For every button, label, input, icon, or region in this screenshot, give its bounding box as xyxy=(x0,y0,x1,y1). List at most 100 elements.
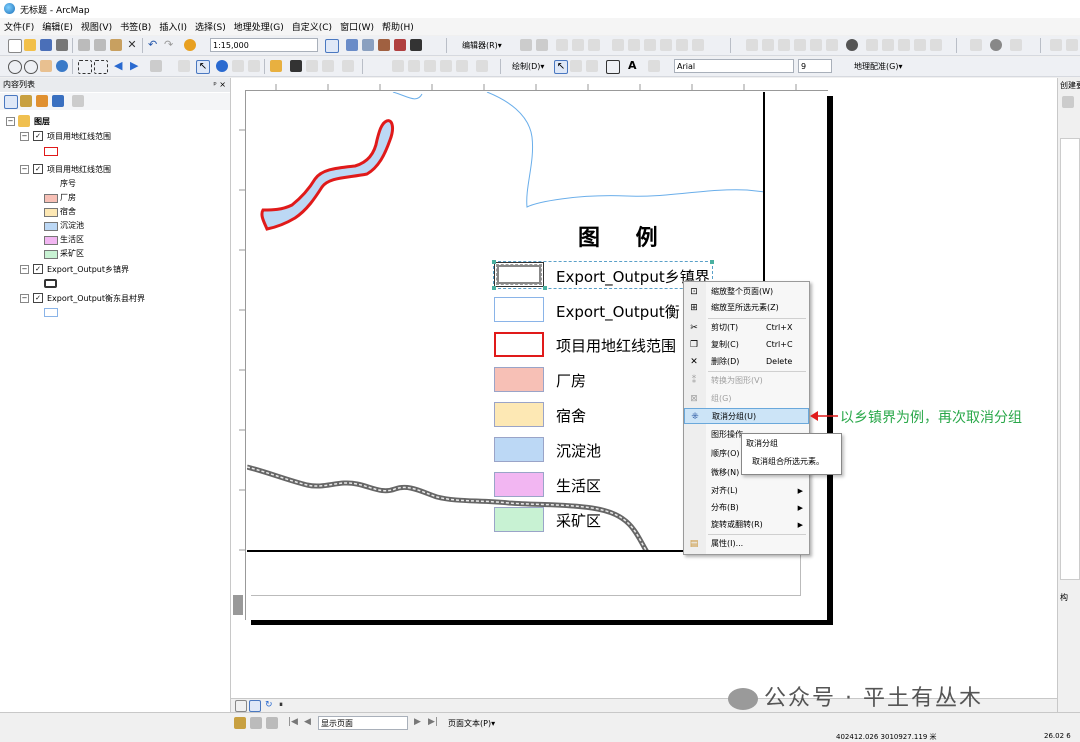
go-to-xy-icon[interactable] xyxy=(306,60,318,72)
copy-icon[interactable] xyxy=(94,39,106,51)
layout-view-button-icon[interactable] xyxy=(249,700,261,712)
legend-patch-class[interactable] xyxy=(494,472,544,497)
menu-insert[interactable]: 插入(I) xyxy=(155,18,191,35)
split-tool-icon[interactable] xyxy=(612,39,624,51)
list-by-source-icon[interactable] xyxy=(20,95,32,107)
layout-tool-icon[interactable] xyxy=(266,717,278,729)
next-page-icon[interactable]: ▶ xyxy=(414,717,421,727)
fillet-icon[interactable] xyxy=(778,39,790,51)
replace-geometry-icon[interactable] xyxy=(914,39,926,51)
full-extent-icon[interactable] xyxy=(56,60,68,72)
viewer-window-icon[interactable] xyxy=(1066,39,1078,51)
endpoint-arc-icon[interactable] xyxy=(572,39,584,51)
layer-label[interactable]: 项目用地红线范围 xyxy=(47,164,111,175)
menu-item-delete[interactable]: ✕ 删除(D) Delete xyxy=(684,354,809,370)
legend-patch-redline[interactable] xyxy=(494,332,544,357)
layout-zoom-in-icon[interactable] xyxy=(392,60,404,72)
menu-item-ungroup[interactable]: ⁜ 取消分组(U) xyxy=(684,408,809,424)
python-window-icon[interactable] xyxy=(410,39,422,51)
select-elements-icon[interactable]: ↖ xyxy=(196,60,210,74)
data-view-button-icon[interactable] xyxy=(235,700,247,712)
toc-pin-close[interactable]: ᵖ × xyxy=(213,78,226,92)
menu-item-distribute[interactable]: 分布(B) ▶ xyxy=(684,500,809,516)
menu-item-copy[interactable]: ❐ 复制(C) Ctrl+C xyxy=(684,337,809,353)
menu-file[interactable]: 文件(F) xyxy=(0,18,38,35)
rotate-element-icon[interactable] xyxy=(570,60,582,72)
font-combo[interactable]: Arial xyxy=(674,59,794,73)
list-by-visibility-icon[interactable] xyxy=(36,95,48,107)
zoom-whole-page-icon[interactable] xyxy=(440,60,452,72)
layer-visibility-checkbox[interactable]: ✓ xyxy=(33,264,43,274)
expand-toggle[interactable]: − xyxy=(20,165,29,174)
toc-root-label[interactable]: 图层 xyxy=(34,116,50,127)
menu-item-cut[interactable]: ✂ 剪切(T) Ctrl+X xyxy=(684,320,809,336)
measure-icon[interactable] xyxy=(248,60,260,72)
align-to-shape-icon[interactable] xyxy=(898,39,910,51)
topology-icon[interactable] xyxy=(692,39,704,51)
selection-handle[interactable] xyxy=(710,260,714,264)
find-icon[interactable] xyxy=(232,60,244,72)
create-features-icon[interactable] xyxy=(676,39,688,51)
legend-patch-class[interactable] xyxy=(494,507,544,532)
layer-visibility-checkbox[interactable]: ✓ xyxy=(33,164,43,174)
menu-window[interactable]: 窗口(W) xyxy=(336,18,378,35)
layer-label[interactable]: Export_Output乡镇界 xyxy=(47,264,129,275)
rotate-tool-icon[interactable] xyxy=(628,39,640,51)
overview-window-icon[interactable] xyxy=(1050,39,1062,51)
search-window-icon[interactable] xyxy=(378,39,390,51)
toc-options-icon[interactable] xyxy=(72,95,84,107)
selection-handle[interactable] xyxy=(492,260,496,264)
layout-zoom-out-icon[interactable] xyxy=(408,60,420,72)
menu-geoprocessing[interactable]: 地理处理(G) xyxy=(230,18,288,35)
html-popup-icon[interactable] xyxy=(342,60,354,72)
legend-patch-class[interactable] xyxy=(494,367,544,392)
undo-icon[interactable]: ↶ xyxy=(148,39,160,51)
layer-label[interactable]: Export_Output衡东县村界 xyxy=(47,293,145,304)
edit-annotation-icon[interactable] xyxy=(536,39,548,51)
fixed-zoom-in-icon[interactable] xyxy=(78,60,92,74)
cut-icon[interactable] xyxy=(78,39,90,51)
editor-menu[interactable]: 编辑器(R)▾ xyxy=(462,40,502,51)
table-of-contents-icon[interactable] xyxy=(346,39,358,51)
select-features-icon[interactable] xyxy=(150,60,162,72)
menu-view[interactable]: 视图(V) xyxy=(77,18,116,35)
trim-tool-icon[interactable] xyxy=(810,39,822,51)
copy-features-icon[interactable] xyxy=(762,39,774,51)
identify-icon[interactable] xyxy=(216,60,228,72)
paste-icon[interactable] xyxy=(110,39,122,51)
layer-visibility-checkbox[interactable]: ✓ xyxy=(33,131,43,141)
menu-item-rotate-flip[interactable]: 旋转或翻转(R) ▶ xyxy=(684,517,809,533)
selection-handle[interactable] xyxy=(492,286,496,290)
go-back-icon[interactable]: ◀ xyxy=(114,60,126,72)
explode-multipart-icon[interactable] xyxy=(846,39,858,51)
zoom-in-icon[interactable] xyxy=(8,60,22,74)
expand-toggle[interactable]: − xyxy=(20,294,29,303)
menu-item-zoom-page[interactable]: ⊡ 缩放整个页面(W) xyxy=(684,284,809,300)
extend-tool-icon[interactable] xyxy=(794,39,806,51)
attributes-icon[interactable] xyxy=(644,39,656,51)
expand-toggle[interactable]: − xyxy=(20,132,29,141)
pause-drawing-icon[interactable]: ⏸ xyxy=(279,700,289,710)
spatial-adjust-icon[interactable] xyxy=(970,39,982,51)
layer-label[interactable]: 项目用地红线范围 xyxy=(47,131,111,142)
list-by-selection-icon[interactable] xyxy=(52,95,64,107)
legend-selection-box[interactable] xyxy=(493,261,713,289)
edit-tool-icon[interactable] xyxy=(520,39,532,51)
legend-patch-class[interactable] xyxy=(494,402,544,427)
layout-toolbar-icon[interactable] xyxy=(234,717,246,729)
layout-pan-icon[interactable] xyxy=(424,60,436,72)
last-page-icon[interactable]: ▶| xyxy=(428,717,438,727)
menu-item-convert-to-graphics[interactable]: ⁑ 转换为图形(V) xyxy=(684,373,809,389)
menu-help[interactable]: 帮助(H) xyxy=(378,18,418,35)
template-organize-icon[interactable] xyxy=(1062,96,1074,108)
expand-toggle[interactable]: − xyxy=(20,265,29,274)
page-text-menu[interactable]: 页面文本(P)▾ xyxy=(448,718,495,729)
trace-icon[interactable] xyxy=(588,39,600,51)
editor-toolbar-icon[interactable] xyxy=(325,39,339,53)
layout-view-icon[interactable] xyxy=(270,60,282,72)
advanced-edit-icon[interactable] xyxy=(746,39,758,51)
redo-icon[interactable]: ↷ xyxy=(164,39,176,51)
menu-item-zoom-selected[interactable]: ⊞ 缩放至所选元素(Z) xyxy=(684,300,809,316)
line-intersection-icon[interactable] xyxy=(826,39,838,51)
menu-item-group[interactable]: ⊠ 组(G) xyxy=(684,391,809,407)
